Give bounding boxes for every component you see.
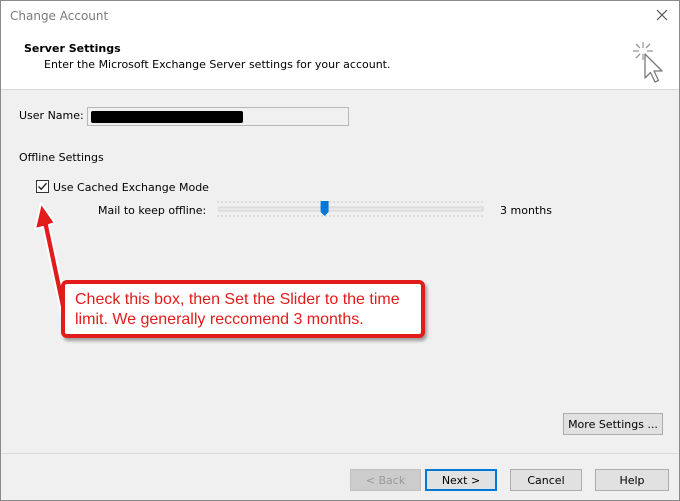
- offline-settings-label: Offline Settings: [19, 151, 104, 164]
- back-button[interactable]: < Back: [350, 469, 421, 491]
- wizard-header: Server Settings Enter the Microsoft Exch…: [1, 31, 679, 90]
- cached-mode-label[interactable]: Use Cached Exchange Mode: [53, 181, 209, 194]
- user-name-field[interactable]: [87, 107, 349, 126]
- footer-separator: [1, 453, 679, 454]
- slider-thumb[interactable]: [320, 201, 329, 216]
- change-account-dialog: Change Account Server Settings Enter the…: [0, 0, 680, 501]
- close-icon[interactable]: [653, 6, 671, 24]
- user-name-label: User Name:: [19, 109, 84, 122]
- mail-offline-slider[interactable]: [217, 199, 485, 219]
- title-bar: Change Account: [1, 1, 679, 31]
- header-title: Server Settings: [24, 42, 121, 55]
- more-settings-button[interactable]: More Settings ...: [563, 413, 663, 435]
- header-subtitle: Enter the Microsoft Exchange Server sett…: [44, 58, 391, 71]
- cached-mode-checkbox[interactable]: [36, 180, 49, 193]
- window-title: Change Account: [10, 9, 109, 23]
- cursor-sparkle-icon: [633, 42, 663, 83]
- annotation-callout: Check this box, then Set the Slider to t…: [61, 280, 425, 338]
- slider-track: [218, 206, 484, 212]
- help-button[interactable]: Help: [595, 469, 669, 491]
- redacted-username: [91, 111, 243, 123]
- checkmark-icon: [38, 182, 48, 191]
- next-button[interactable]: Next >: [425, 469, 497, 491]
- mail-offline-label: Mail to keep offline:: [98, 204, 207, 217]
- slider-value-text: 3 months: [500, 204, 552, 217]
- cancel-button[interactable]: Cancel: [510, 469, 582, 491]
